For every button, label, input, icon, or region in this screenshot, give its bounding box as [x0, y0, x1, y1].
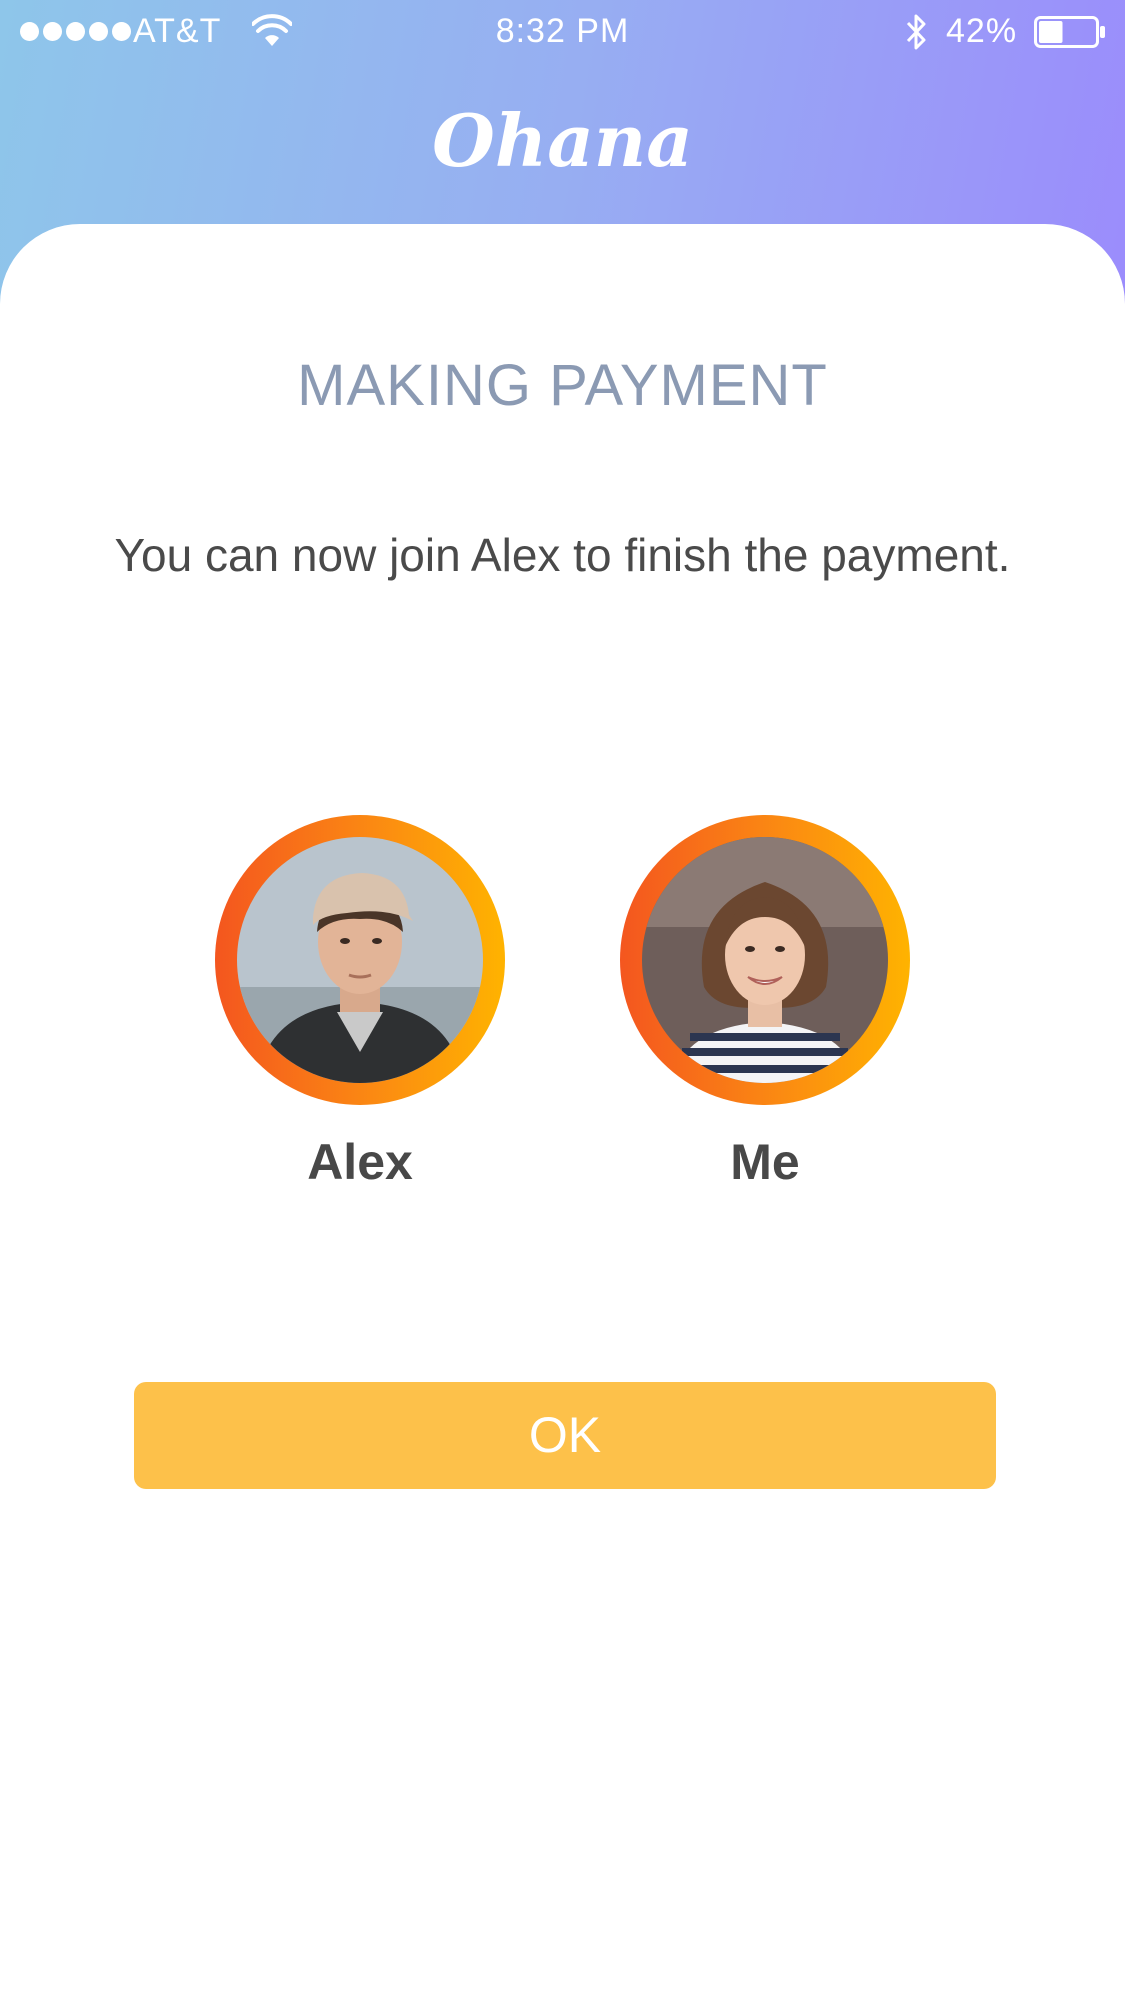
app-screen: AT&T 8:32 PM 42% Ohana MAKING PAYMENT Yo…	[0, 0, 1125, 2001]
participant-alex: Alex	[215, 815, 505, 1191]
battery-percentage: 42%	[946, 12, 1018, 50]
ok-button[interactable]: OK	[134, 1382, 996, 1489]
avatar-ring	[215, 815, 505, 1105]
battery-icon	[1034, 16, 1105, 48]
participant-me: Me	[620, 815, 910, 1191]
avatar-me	[642, 837, 888, 1083]
status-bar: AT&T 8:32 PM 42%	[0, 0, 1125, 64]
payment-message: You can now join Alex to finish the paym…	[114, 529, 1011, 581]
app-logo: Ohana	[432, 98, 693, 183]
avatar-alex	[237, 837, 483, 1083]
avatar-ring	[620, 815, 910, 1105]
content-card	[0, 224, 1125, 2001]
participant-name: Alex	[307, 1134, 413, 1190]
page-title: MAKING PAYMENT	[297, 353, 828, 418]
bluetooth-icon	[906, 14, 926, 50]
participant-name: Me	[730, 1134, 800, 1190]
